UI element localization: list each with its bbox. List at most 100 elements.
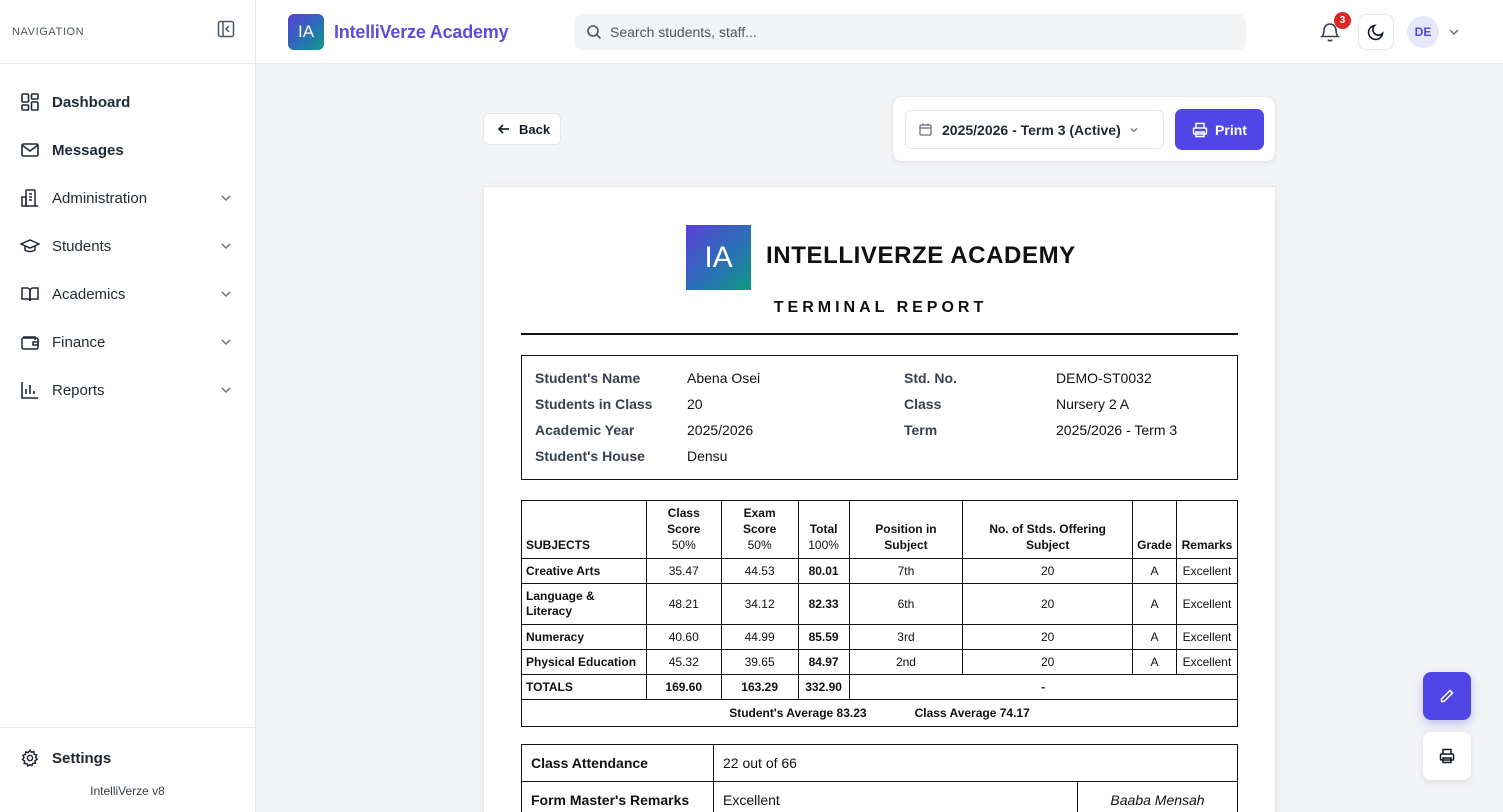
- sidebar-item-settings[interactable]: Settings: [0, 728, 255, 788]
- subject-cell: Physical Education: [521, 649, 647, 675]
- sidebar-item-academics[interactable]: Academics: [0, 270, 255, 318]
- sidebar-item-finance[interactable]: Finance: [0, 318, 255, 366]
- bar-chart-icon: [20, 380, 40, 400]
- sidebar-item-label: Academics: [52, 285, 126, 303]
- student-house-label: Student's House: [535, 448, 645, 464]
- search-input[interactable]: [610, 24, 1210, 40]
- report-title: TERMINAL REPORT: [773, 299, 988, 316]
- students-in-class-label: Students in Class: [535, 396, 653, 412]
- top-header: IA IntelliVerze Academy 3 DE: [256, 0, 1503, 64]
- sidebar-item-reports[interactable]: Reports: [0, 366, 255, 414]
- subject-cell: Numeracy: [521, 624, 647, 650]
- averages-row: Student's Average 83.23 Class Average 74…: [521, 699, 1238, 727]
- printer-icon: [1192, 122, 1208, 137]
- sidebar-heading: NAVIGATION: [12, 25, 85, 38]
- academic-year-label: Academic Year: [535, 422, 635, 438]
- form-master-row: Form Master's Remarks Excellent Baaba Me…: [521, 781, 1238, 812]
- table-row: Creative Arts 35.47 44.53 80.01 7th 20 A…: [521, 558, 1239, 584]
- edit-button[interactable]: [1423, 672, 1471, 720]
- search-bar[interactable]: [574, 14, 1246, 50]
- collapse-sidebar-icon[interactable]: [217, 20, 235, 43]
- class-score-cell: 40.60: [645, 624, 722, 650]
- avatar[interactable]: DE: [1407, 16, 1439, 48]
- term-label: Term: [904, 422, 938, 438]
- students-in-class: 20: [687, 396, 703, 412]
- student-house: Densu: [687, 448, 728, 464]
- remark-cell: Excellent: [1175, 624, 1239, 650]
- report-toolbar: 2025/2026 - Term 3 (Active) Print: [892, 96, 1276, 162]
- table-row: Physical Education 45.32 39.65 84.97 2nd…: [521, 649, 1239, 675]
- notifications-button[interactable]: 3: [1320, 12, 1351, 46]
- attendance-value: 22 out of 66: [713, 744, 1238, 782]
- subject-cell: Language & Literacy: [521, 583, 647, 625]
- term-select-value: 2025/2026 - Term 3 (Active): [942, 121, 1121, 138]
- class-score-cell: 48.21: [645, 583, 722, 625]
- offering-cell: 20: [962, 558, 1133, 584]
- calendar-icon: [919, 123, 932, 136]
- chevron-down-icon: [221, 291, 231, 298]
- student-info: Student's Name Abena Osei Students in Cl…: [521, 355, 1238, 480]
- sidebar-item-label: Messages: [52, 141, 124, 159]
- book-icon: [20, 284, 40, 304]
- offering-cell: 20: [962, 649, 1133, 675]
- sidebar-item-students[interactable]: Students: [0, 222, 255, 270]
- sidebar: NAVIGATION Dashboard Messages Administra…: [0, 0, 256, 812]
- form-master-label: Form Master's Remarks: [521, 781, 714, 812]
- theme-toggle-button[interactable]: [1358, 14, 1394, 50]
- floating-print-button[interactable]: [1423, 732, 1471, 780]
- report-school-name: INTELLIVERZE ACADEMY: [766, 242, 1076, 269]
- col-header-label: Class Score: [667, 506, 701, 536]
- arrow-left-icon: [497, 124, 509, 134]
- position-cell: 7th: [848, 558, 964, 584]
- gear-icon: [20, 748, 40, 768]
- col-header-subjects: SUBJECTS: [521, 500, 647, 559]
- term-value: 2025/2026 - Term 3: [1056, 422, 1178, 438]
- sidebar-item-administration[interactable]: Administration: [0, 174, 255, 222]
- col-header-total: Total 100%: [797, 500, 850, 559]
- print-button[interactable]: Print: [1175, 109, 1264, 150]
- totals-class-score: 169.60: [645, 674, 722, 700]
- sidebar-item-messages[interactable]: Messages: [0, 126, 255, 174]
- sidebar-item-label: Administration: [52, 189, 148, 207]
- col-header-sub: 50%: [671, 538, 696, 552]
- notification-badge: 3: [1334, 12, 1351, 29]
- sidebar-header: NAVIGATION: [0, 0, 255, 64]
- offering-cell: 20: [962, 583, 1133, 625]
- col-header-sub: 50%: [747, 538, 772, 552]
- grade-cell: A: [1131, 649, 1177, 675]
- student-number: DEMO-ST0032: [1056, 370, 1152, 386]
- back-label: Back: [519, 121, 551, 137]
- dashboard-icon: [20, 92, 40, 112]
- exam-score-cell: 39.65: [720, 649, 799, 675]
- divider: [521, 333, 1238, 335]
- grade-cell: A: [1131, 624, 1177, 650]
- sidebar-item-label: Dashboard: [52, 93, 131, 111]
- col-header-label: Total: [809, 522, 838, 536]
- term-select[interactable]: 2025/2026 - Term 3 (Active): [905, 110, 1164, 149]
- report-logo: IA: [686, 225, 751, 290]
- brand-name: IntelliVerze Academy: [334, 21, 509, 42]
- totals-label: TOTALS: [521, 674, 647, 700]
- table-row: Numeracy 40.60 44.99 85.59 3rd 20 A Exce…: [521, 624, 1239, 650]
- pencil-icon: [1440, 689, 1454, 703]
- remark-cell: Excellent: [1175, 558, 1239, 584]
- class-label: Class: [904, 396, 942, 412]
- total-cell: 82.33: [797, 583, 850, 625]
- academic-year: 2025/2026: [687, 422, 754, 438]
- graduation-cap-icon: [20, 236, 40, 256]
- student-name-label: Student's Name: [535, 370, 641, 386]
- moon-icon: [1367, 24, 1384, 41]
- attendance-row: Class Attendance 22 out of 66: [521, 744, 1238, 782]
- brand[interactable]: IA IntelliVerze Academy: [288, 14, 509, 50]
- grade-cell: A: [1131, 583, 1177, 625]
- sidebar-item-dashboard[interactable]: Dashboard: [0, 78, 255, 126]
- sidebar-item-label: Reports: [52, 381, 105, 399]
- class-score-cell: 45.32: [645, 649, 722, 675]
- chevron-down-icon[interactable]: [1447, 25, 1461, 39]
- totals-exam-score: 163.29: [720, 674, 799, 700]
- col-header-position: Position in Subject: [848, 500, 964, 559]
- chevron-down-icon: [221, 195, 231, 202]
- back-button[interactable]: Back: [483, 113, 561, 145]
- sidebar-item-label: Students: [52, 237, 112, 255]
- remark-cell: Excellent: [1175, 649, 1239, 675]
